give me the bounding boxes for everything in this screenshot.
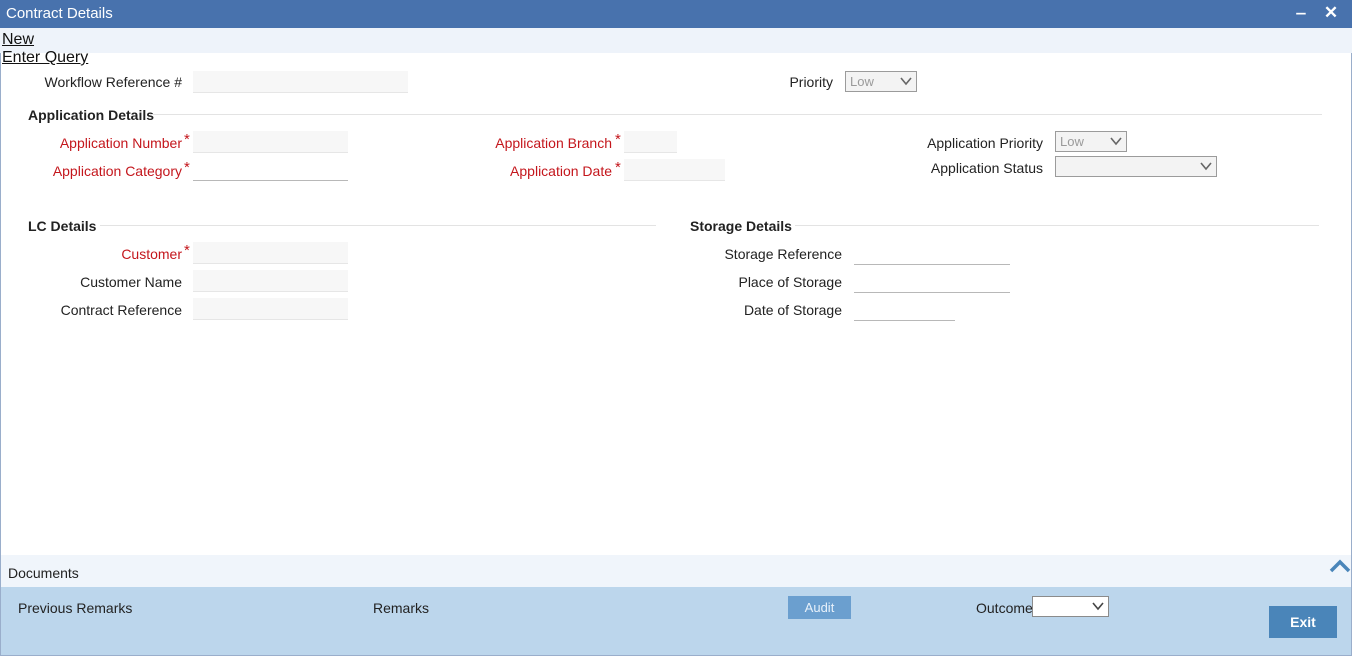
application-number-input[interactable] bbox=[193, 131, 348, 153]
chevron-down-icon bbox=[1110, 137, 1122, 146]
menu-bar bbox=[0, 28, 1352, 53]
lc-details-divider bbox=[100, 225, 656, 226]
priority-select-value: Low bbox=[850, 74, 874, 89]
application-status-select[interactable] bbox=[1055, 156, 1217, 177]
workflow-reference-label: Workflow Reference # bbox=[44, 74, 182, 90]
bottom-toolbar: Previous Remarks Remarks Audit Outcome E… bbox=[1, 587, 1351, 655]
application-date-input[interactable] bbox=[624, 159, 725, 181]
remarks-link[interactable]: Remarks bbox=[373, 600, 429, 616]
new-link[interactable]: New bbox=[2, 31, 34, 49]
contract-reference-input[interactable] bbox=[193, 298, 348, 320]
date-of-storage-label: Date of Storage bbox=[743, 302, 842, 318]
exit-button[interactable]: Exit bbox=[1269, 606, 1337, 638]
storage-details-divider bbox=[795, 225, 1319, 226]
priority-select[interactable]: Low bbox=[845, 71, 917, 92]
storage-details-heading: Storage Details bbox=[690, 218, 792, 234]
required-marker: * bbox=[184, 242, 190, 259]
outcome-select[interactable] bbox=[1032, 596, 1109, 617]
close-icon[interactable]: ✕ bbox=[1320, 2, 1342, 24]
previous-remarks-link[interactable]: Previous Remarks bbox=[18, 600, 132, 616]
application-priority-select[interactable]: Low bbox=[1055, 131, 1127, 152]
documents-label[interactable]: Documents bbox=[8, 565, 79, 581]
storage-reference-input[interactable] bbox=[854, 243, 1010, 265]
place-of-storage-input[interactable] bbox=[854, 271, 1010, 293]
enter-query-link[interactable]: Enter Query bbox=[2, 49, 88, 67]
required-marker: * bbox=[615, 159, 621, 176]
customer-name-input[interactable] bbox=[193, 270, 348, 292]
customer-input[interactable] bbox=[193, 242, 348, 264]
priority-label: Priority bbox=[789, 74, 833, 90]
application-status-label: Application Status bbox=[930, 160, 1043, 176]
title-bar: Contract Details ‒ ✕ bbox=[0, 0, 1352, 28]
audit-button[interactable]: Audit bbox=[788, 596, 851, 619]
required-marker: * bbox=[184, 159, 190, 176]
chevron-down-icon bbox=[1200, 162, 1212, 171]
storage-reference-label: Storage Reference bbox=[724, 246, 842, 262]
application-details-heading: Application Details bbox=[28, 107, 155, 123]
application-number-label: Application Number bbox=[59, 135, 182, 151]
customer-name-label: Customer Name bbox=[80, 274, 182, 290]
documents-bar: Documents bbox=[1, 555, 1351, 587]
customer-label: Customer bbox=[121, 246, 182, 262]
chevron-down-icon bbox=[1092, 602, 1104, 611]
application-branch-input[interactable] bbox=[624, 131, 677, 153]
chevron-down-icon bbox=[900, 77, 912, 86]
application-branch-label: Application Branch bbox=[495, 135, 612, 151]
application-priority-label: Application Priority bbox=[927, 135, 1043, 151]
required-marker: * bbox=[615, 131, 621, 148]
lc-details-heading: LC Details bbox=[28, 218, 97, 234]
application-date-label: Application Date bbox=[510, 163, 612, 179]
workflow-reference-input[interactable] bbox=[193, 71, 408, 93]
contract-reference-label: Contract Reference bbox=[60, 302, 182, 318]
chevron-up-icon[interactable] bbox=[1328, 557, 1352, 575]
application-priority-value: Low bbox=[1060, 134, 1084, 149]
minimize-icon[interactable]: ‒ bbox=[1290, 2, 1312, 24]
required-marker: * bbox=[184, 131, 190, 148]
application-category-label: Application Category bbox=[52, 163, 182, 179]
application-details-divider bbox=[150, 114, 1322, 115]
window-title: Contract Details bbox=[6, 5, 113, 22]
application-category-input[interactable] bbox=[193, 159, 348, 181]
place-of-storage-label: Place of Storage bbox=[738, 274, 842, 290]
outcome-label: Outcome bbox=[976, 600, 1033, 616]
date-of-storage-input[interactable] bbox=[854, 299, 955, 321]
